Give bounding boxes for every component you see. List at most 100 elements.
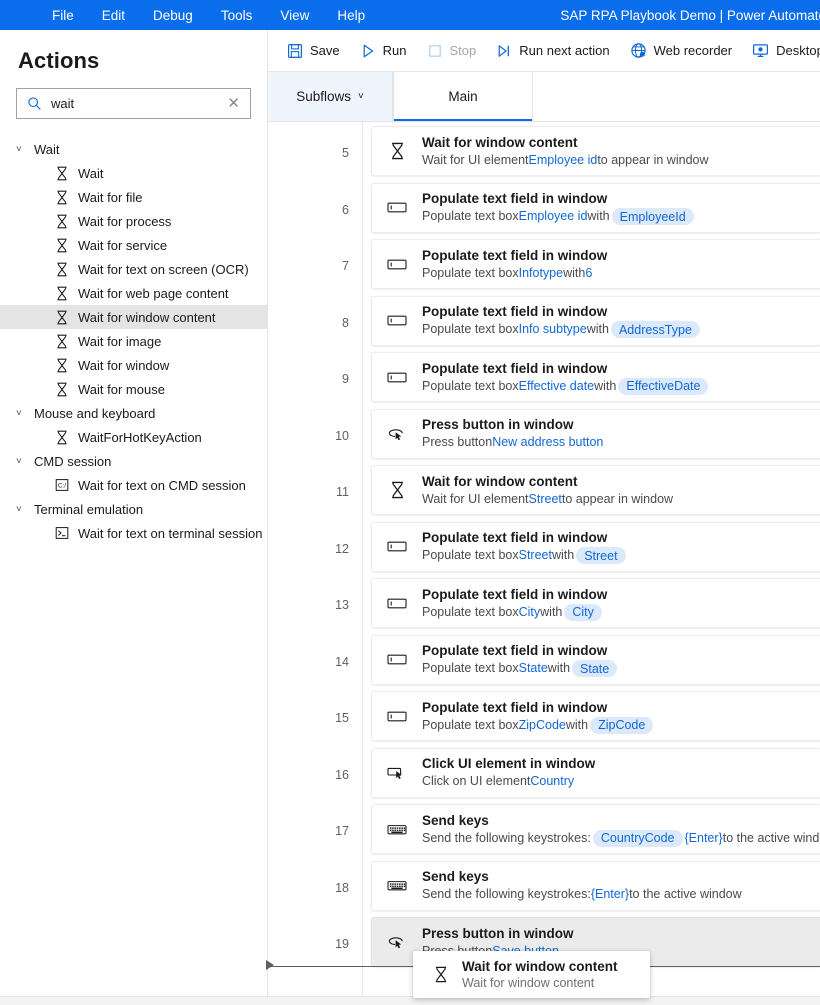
flow-step-link[interactable]: Effective date xyxy=(519,378,595,395)
flow-step-text: Populate text field in window Populate te… xyxy=(422,360,710,395)
tabs-filler xyxy=(533,72,820,121)
flow-step-row[interactable]: Populate text field in window Populate te… xyxy=(371,239,820,289)
flow-step-link[interactable]: Employee id xyxy=(519,208,588,225)
search-input[interactable]: wait ✕ xyxy=(16,88,251,119)
flow-step-text: Click UI element in window Click on UI el… xyxy=(422,755,595,790)
flow-step-title: Populate text field in window xyxy=(422,699,608,715)
desktop-recorder-button[interactable]: Desktop recorder xyxy=(743,36,820,66)
flow-step-link[interactable]: City xyxy=(519,604,541,621)
flow-step-row[interactable]: Send keys Send the following keystrokes: … xyxy=(371,804,820,854)
menu-item-help[interactable]: Help xyxy=(323,4,379,27)
action-item-label: Wait for web page content xyxy=(78,285,229,301)
action-item-waitforhotkeyaction[interactable]: WaitForHotKeyAction xyxy=(0,425,267,449)
chevron-down-icon: ˅ xyxy=(16,407,22,419)
tab-main[interactable]: Main xyxy=(393,72,533,121)
action-item-wait-for-mouse[interactable]: Wait for mouse xyxy=(0,377,267,401)
flow-step-description: Send the following keystrokes: {Enter} t… xyxy=(422,886,742,903)
tree-group-wait[interactable]: ˅ Wait xyxy=(0,137,267,161)
flow-step-link[interactable]: Infotype xyxy=(519,265,563,282)
tree-group-cmd-session[interactable]: ˅ CMD session xyxy=(0,449,267,473)
variable-pill[interactable]: CountryCode xyxy=(592,829,683,847)
flow-step-link[interactable]: {Enter} xyxy=(685,830,723,847)
flow-step-text-fragment: Send the following keystrokes: xyxy=(422,887,591,901)
flow-step-title: Populate text field in window xyxy=(422,530,608,545)
flow-step-description: Click on UI element Country xyxy=(422,773,595,790)
variable-pill[interactable]: Street xyxy=(576,547,626,564)
menu-item-view[interactable]: View xyxy=(266,4,323,27)
flow-step-row[interactable]: Click UI element in window Click on UI el… xyxy=(371,747,820,798)
flow-step-row[interactable]: Populate text field in window Populate te… xyxy=(371,634,820,685)
action-item-wait[interactable]: Wait xyxy=(0,161,267,185)
stop-button[interactable]: Stop xyxy=(418,36,486,66)
flow-step-row[interactable]: Populate text field in window Populate te… xyxy=(371,295,820,346)
action-item-wait-for-window[interactable]: Wait for window xyxy=(0,353,267,377)
menu-item-edit[interactable]: Edit xyxy=(88,4,139,27)
run-button[interactable]: Run xyxy=(351,36,416,66)
menu-item-file[interactable]: File xyxy=(38,4,88,27)
flow-step-link[interactable]: Street xyxy=(519,547,552,564)
flow-step-text-fragment: with xyxy=(551,548,575,562)
web-recorder-button[interactable]: Web recorder xyxy=(621,36,742,66)
tree-group-mouse-and-keyboard[interactable]: ˅ Mouse and keyboard xyxy=(0,401,267,425)
menu-item-debug[interactable]: Debug xyxy=(139,4,207,27)
action-item-wait-for-text-on-terminal-session[interactable]: Wait for text on terminal session xyxy=(0,521,267,545)
variable-pill[interactable]: ZipCode xyxy=(590,716,654,734)
close-icon[interactable]: ✕ xyxy=(225,96,242,111)
action-item-wait-for-window-content[interactable]: Wait for window content xyxy=(0,305,267,329)
flow-step-link[interactable]: Info subtype xyxy=(519,321,587,338)
run-next-action-button[interactable]: Run next action xyxy=(487,36,618,66)
flow-step-row[interactable]: Wait for window content Wait for UI eleme… xyxy=(371,126,820,176)
action-item-wait-for-process[interactable]: Wait for process xyxy=(0,209,267,233)
flow-step-row[interactable]: Populate text field in window Populate te… xyxy=(371,521,820,572)
tree-group-label: Terminal emulation xyxy=(34,501,144,517)
flow-step-text: Wait for window content Wait for UI eleme… xyxy=(422,134,709,169)
flow-step-link[interactable]: Street xyxy=(529,491,562,508)
flow-step-row[interactable]: Populate text field in window Populate te… xyxy=(371,182,820,233)
tab-subflows[interactable]: Subflows ˅ xyxy=(268,72,393,121)
flow-step-text: Populate text field in window Populate te… xyxy=(422,529,628,564)
step-number: 19 xyxy=(335,937,349,951)
monitor-icon xyxy=(752,42,769,59)
action-item-wait-for-service[interactable]: Wait for service xyxy=(0,233,267,257)
drag-ghost-card: Wait for window content Wait for window … xyxy=(413,951,650,998)
flow-step-row[interactable]: Populate text field in window Populate te… xyxy=(371,578,820,628)
flow-step-link[interactable]: Employee id xyxy=(529,152,598,169)
flow-step-text: Populate text field in window Populate te… xyxy=(422,642,619,677)
flow-step-row[interactable]: Wait for window content Wait for UI eleme… xyxy=(371,465,820,515)
step-number: 9 xyxy=(342,372,349,386)
variable-pill[interactable]: City xyxy=(564,603,602,621)
variable-pill[interactable]: EffectiveDate xyxy=(618,377,709,395)
tree-group-label: Wait xyxy=(34,141,60,157)
step-number: 15 xyxy=(335,711,349,725)
tree-group-terminal-emulation[interactable]: ˅ Terminal emulation xyxy=(0,497,267,521)
menu-item-tools[interactable]: Tools xyxy=(207,4,267,27)
flow-step-text: Populate text field in window Populate te… xyxy=(422,699,655,734)
flow-step-link[interactable]: 6 xyxy=(585,265,592,282)
action-item-wait-for-file[interactable]: Wait for file xyxy=(0,185,267,209)
action-item-wait-for-text-on-cmd-session[interactable]: C:/ Wait for text on CMD session xyxy=(0,473,267,497)
flow-step-text-fragment: to appear in window xyxy=(597,152,709,167)
variable-pill[interactable]: AddressType xyxy=(610,321,700,338)
save-button[interactable]: Save xyxy=(278,36,349,66)
action-item-label: Wait for window content xyxy=(78,309,216,325)
flow-step-link[interactable]: ZipCode xyxy=(519,717,566,734)
flow-step-link[interactable]: State xyxy=(519,660,548,677)
drag-ghost-text: Wait for window content Wait for window … xyxy=(462,959,617,991)
action-item-wait-for-image[interactable]: Wait for image xyxy=(0,329,267,353)
flow-step-link[interactable]: New address button xyxy=(492,434,603,451)
search-input-value: wait xyxy=(51,96,75,111)
variable-pill[interactable]: EmployeeId xyxy=(611,208,694,225)
action-item-wait-for-text-on-screen-ocr[interactable]: Wait for text on screen (OCR) xyxy=(0,257,267,281)
flow-toolbar: Save Run Stop Run next action Web record… xyxy=(268,30,820,72)
variable-pill[interactable]: State xyxy=(572,660,618,677)
action-item-wait-for-web-page-content[interactable]: Wait for web page content xyxy=(0,281,267,305)
hourglass-icon xyxy=(386,142,408,160)
flow-step-row[interactable]: Populate text field in window Populate te… xyxy=(371,352,820,402)
flow-step-row[interactable]: Send keys Send the following keystrokes: … xyxy=(371,860,820,911)
flow-step-link[interactable]: {Enter} xyxy=(591,886,629,903)
flow-step-title: Populate text field in window xyxy=(422,304,608,319)
flow-step-link[interactable]: Country xyxy=(530,773,574,790)
flow-step-row[interactable]: Populate text field in window Populate te… xyxy=(371,691,820,741)
flow-step-title: Populate text field in window xyxy=(422,360,608,376)
flow-step-row[interactable]: Press button in window Press button New a… xyxy=(371,408,820,459)
